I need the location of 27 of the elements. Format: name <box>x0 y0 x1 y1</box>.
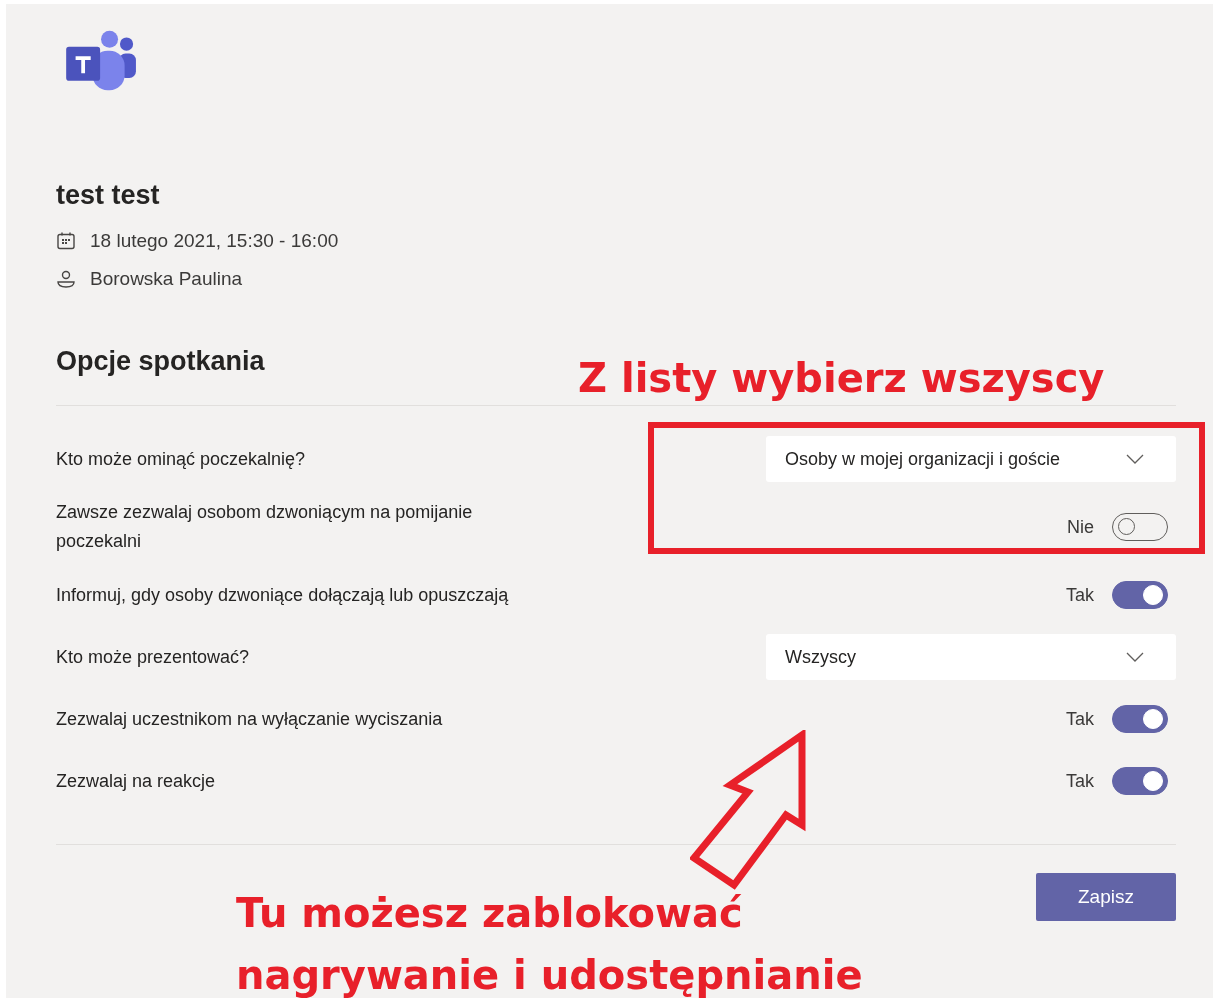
option-label: Zezwalaj uczestnikom na wyłączanie wyciszania <box>56 707 443 731</box>
toggle-state-label: Tak <box>1066 584 1094 606</box>
option-label: Zawsze zezwalaj osobom dzwoniącym na pomijanie poczekalni <box>56 501 474 553</box>
annotation-text: Z listy wybierz wszyscy <box>578 354 1105 403</box>
toggle-switch[interactable] <box>1112 705 1168 733</box>
meeting-date: 18 lutego 2021, 15:30 - 16:00 <box>90 229 339 253</box>
option-label: Informuj, gdy osoby dzwoniące dołączają lub opuszczają <box>56 583 509 607</box>
option-label: Zezwalaj na reakcje <box>56 769 216 793</box>
toggle-switch[interactable] <box>1112 581 1168 609</box>
organizer-name: Borowska Paulina <box>90 267 243 291</box>
option-label: Kto może ominąć poczekalnię? <box>56 447 306 471</box>
section-heading: Opcje spotkania <box>56 346 265 377</box>
toggle-switch[interactable] <box>1112 513 1168 541</box>
calendar-icon <box>56 231 76 251</box>
chevron-down-icon <box>1126 454 1144 464</box>
annotation-text: Tu możesz zablokować nagrywanie i udostępnianie <box>236 889 864 998</box>
dropdown[interactable]: Wszyscy <box>766 634 1176 680</box>
toggle-state-label: Tak <box>1066 708 1094 730</box>
meeting-title: test test <box>56 180 160 212</box>
dropdown[interactable]: Osoby w mojej organizacji i goście <box>766 436 1176 482</box>
chevron-down-icon <box>1126 652 1144 662</box>
toggle-state-label: Nie <box>1067 516 1094 538</box>
toggle-state-label: Tak <box>1066 770 1094 792</box>
save-button[interactable]: Zapisz <box>1036 873 1176 921</box>
person-icon <box>56 269 76 289</box>
toggle-switch[interactable] <box>1112 767 1168 795</box>
option-label: Kto może prezentować? <box>56 645 250 669</box>
